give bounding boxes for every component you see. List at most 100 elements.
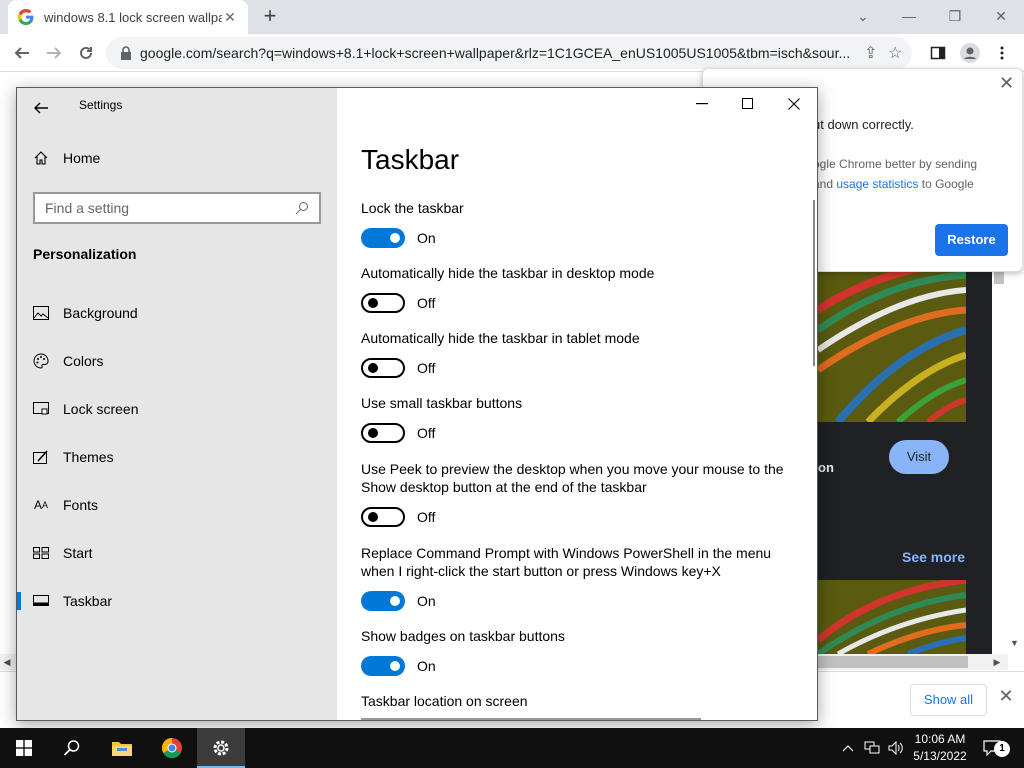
network-icon[interactable]: [862, 738, 882, 758]
lock-screen-icon: [33, 401, 49, 417]
toggle-badges[interactable]: [361, 656, 405, 676]
search-icon[interactable]: [295, 201, 309, 215]
sidepanel-icon[interactable]: [926, 41, 950, 65]
toggle-state-text: Off: [417, 425, 436, 441]
toggle-lock-taskbar[interactable]: [361, 228, 405, 248]
download-bar-close-icon[interactable]: ✕: [998, 687, 1014, 705]
restore-button[interactable]: Restore: [935, 224, 1008, 256]
profile-avatar-icon[interactable]: [958, 41, 982, 65]
chrome-icon: [161, 737, 182, 759]
sidebar-item-fonts[interactable]: AA Fonts: [17, 482, 337, 528]
sidebar-item-lock-screen[interactable]: Lock screen: [17, 386, 337, 432]
page-vertical-scrollbar[interactable]: [992, 270, 1008, 654]
clock-date: 5/13/2022: [913, 749, 967, 763]
browser-tabstrip: windows 8.1 lock screen wallpap ✕ + ⌄ — …: [0, 0, 1024, 34]
toggle-autohide-tablet[interactable]: [361, 358, 405, 378]
scroll-left-arrow-icon[interactable]: ◀: [0, 654, 14, 670]
popup-close-icon[interactable]: ✕: [999, 73, 1014, 94]
volume-icon[interactable]: [886, 738, 906, 758]
toggle-powershell[interactable]: [361, 591, 405, 611]
browser-toolbar: google.com/search?q=windows+8.1+lock+scr…: [0, 34, 1024, 72]
back-arrow-icon[interactable]: [29, 96, 53, 120]
home-label: Home: [63, 150, 101, 166]
toggle-small-buttons[interactable]: [361, 423, 405, 443]
sidebar-item-colors[interactable]: Colors: [17, 338, 337, 384]
tray-chevron-up-icon[interactable]: [838, 738, 858, 758]
sidebar-item-label: Fonts: [63, 497, 99, 513]
maximize-icon[interactable]: [725, 92, 771, 116]
active-indicator: [17, 592, 21, 610]
minimize-icon[interactable]: [679, 92, 725, 116]
chrome-menu-icon[interactable]: [990, 41, 1014, 65]
tab-title: windows 8.1 lock screen wallpap: [44, 9, 222, 25]
setting-label-small-buttons: Use small taskbar buttons: [361, 395, 523, 411]
partial-title-text: on: [818, 460, 834, 475]
tab-close-icon[interactable]: ✕: [222, 9, 238, 26]
horizontal-scroll-thumb[interactable]: [818, 656, 968, 668]
sidebar-item-label: Start: [63, 545, 93, 561]
usage-statistics-link[interactable]: usage statistics: [836, 177, 918, 191]
toggle-state-text: On: [417, 230, 436, 246]
home-icon: [34, 151, 48, 165]
page-title: Taskbar: [361, 144, 460, 175]
taskbar-location-dropdown[interactable]: [361, 718, 701, 720]
setting-label-lock-taskbar: Lock the taskbar: [361, 200, 464, 216]
sidebar-item-label: Background: [63, 305, 138, 321]
wallpaper-thumbnail-2[interactable]: [818, 580, 966, 654]
toggle-state-text: On: [417, 593, 436, 609]
share-icon[interactable]: ⇪: [864, 43, 888, 63]
content-scrollbar[interactable]: [813, 200, 815, 366]
toggle-state-text: Off: [417, 360, 436, 376]
sidebar-item-label: Themes: [63, 449, 114, 465]
taskbar-search-button[interactable]: [48, 728, 96, 768]
sidebar-item-themes[interactable]: Themes: [17, 434, 337, 480]
close-icon[interactable]: [771, 92, 817, 116]
gear-icon: [213, 740, 229, 756]
bookmark-star-icon[interactable]: ☆: [888, 43, 912, 63]
windows-taskbar: 10:06 AM 5/13/2022 1: [0, 728, 1024, 768]
scroll-down-arrow-icon[interactable]: ▼: [1010, 638, 1019, 648]
minimize-icon[interactable]: —: [886, 2, 932, 30]
section-title: Personalization: [33, 246, 137, 262]
start-button[interactable]: [0, 728, 48, 768]
new-tab-button[interactable]: +: [258, 5, 282, 29]
find-setting-search[interactable]: [33, 192, 321, 224]
settings-taskbar-button[interactable]: [197, 728, 245, 768]
settings-content: Taskbar Lock the taskbar On Automaticall…: [337, 88, 817, 720]
show-all-button[interactable]: Show all: [910, 684, 987, 716]
tab-search-icon[interactable]: ⌄: [840, 2, 886, 30]
reload-icon[interactable]: [74, 41, 98, 65]
toggle-peek[interactable]: [361, 507, 405, 527]
sidebar-item-background[interactable]: Background: [17, 290, 337, 336]
windows-logo-icon: [16, 740, 32, 756]
browser-tab[interactable]: windows 8.1 lock screen wallpap ✕: [8, 0, 248, 34]
chrome-taskbar-button[interactable]: [148, 728, 196, 768]
sidebar-item-taskbar[interactable]: Taskbar: [17, 578, 337, 624]
forward-arrow-icon[interactable]: [42, 41, 66, 65]
url-text: google.com/search?q=windows+8.1+lock+scr…: [140, 45, 851, 61]
start-tiles-icon: [33, 545, 49, 561]
sidebar-item-label: Taskbar: [63, 593, 113, 609]
see-more-link[interactable]: See more: [902, 549, 965, 565]
address-bar[interactable]: google.com/search?q=windows+8.1+lock+scr…: [106, 37, 912, 69]
sidebar-item-start[interactable]: Start: [17, 530, 337, 576]
back-arrow-icon[interactable]: [10, 41, 34, 65]
home-nav-item[interactable]: Home: [33, 150, 100, 166]
fonts-icon: AA: [33, 498, 49, 512]
wallpaper-thumbnail[interactable]: [818, 270, 966, 422]
close-window-icon[interactable]: ✕: [978, 2, 1024, 30]
clock-time: 10:06 AM: [914, 732, 966, 746]
scroll-right-arrow-icon[interactable]: ▶: [990, 654, 1004, 670]
settings-sidebar: Settings Home Personalization Background…: [17, 88, 337, 720]
toggle-autohide-desktop[interactable]: [361, 293, 405, 313]
sidebar-item-label: Colors: [63, 353, 104, 369]
setting-label-badges: Show badges on taskbar buttons: [361, 628, 565, 644]
system-clock[interactable]: 10:06 AM 5/13/2022: [908, 731, 972, 765]
search-icon: [63, 740, 80, 756]
setting-label-autohide-tablet: Automatically hide the taskbar in tablet…: [361, 330, 640, 346]
search-input[interactable]: [45, 200, 295, 216]
toggle-state-text: On: [417, 658, 436, 674]
file-explorer-button[interactable]: [98, 728, 146, 768]
visit-button[interactable]: Visit: [889, 440, 949, 474]
restore-window-icon[interactable]: ❐: [932, 2, 978, 30]
